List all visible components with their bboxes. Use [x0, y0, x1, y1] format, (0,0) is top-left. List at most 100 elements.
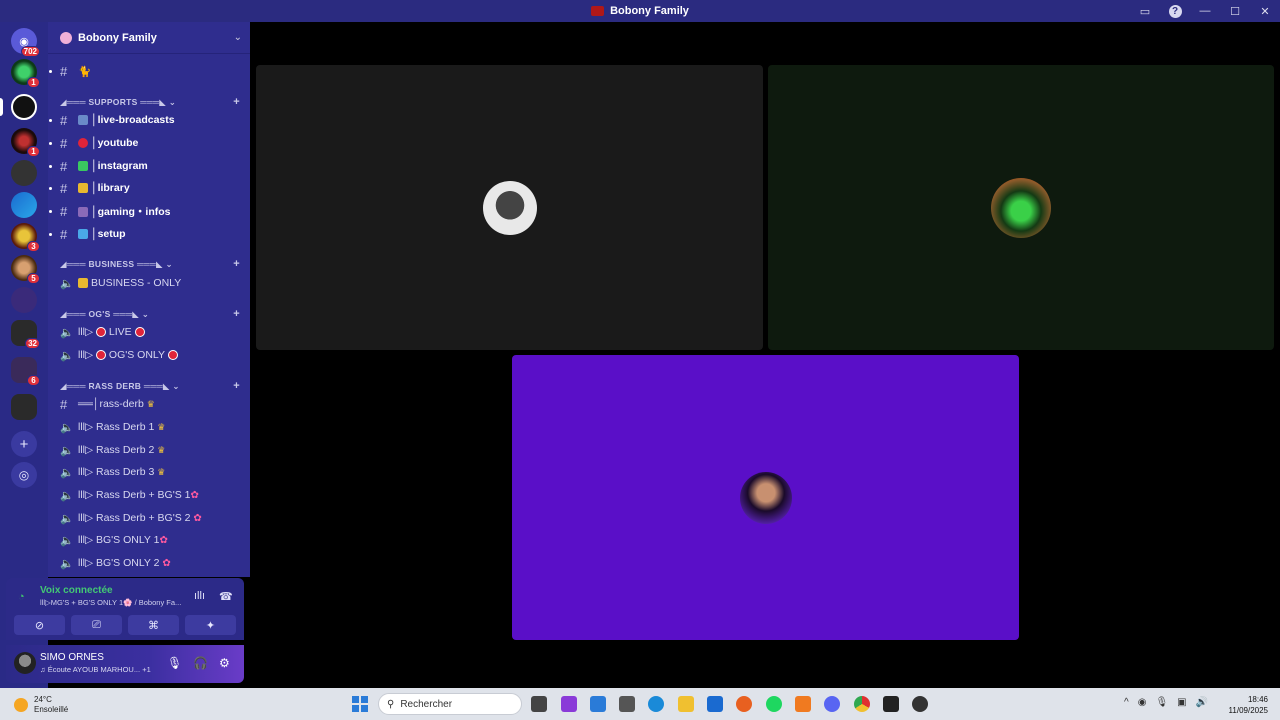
- text-channel-gaming-infos[interactable]: # │gaming・infos: [48, 201, 250, 221]
- unread-dot: [49, 232, 52, 236]
- noise-suppression-icon[interactable]: ıllı: [194, 590, 205, 602]
- participant-tile-speaking[interactable]: [512, 355, 1019, 640]
- server-icon[interactable]: 3: [11, 223, 40, 252]
- server-badge: 1: [27, 146, 40, 157]
- text-channel-library[interactable]: # │library: [48, 178, 250, 198]
- red-circle-icon: [96, 327, 106, 338]
- voice-channel-business-only[interactable]: 🔈 BUSINESS - ONLY: [48, 273, 250, 293]
- steam-icon[interactable]: ◉: [1138, 697, 1147, 708]
- voice-channel-bgs-only-1[interactable]: 🔈 lll▷ BG'S ONLY 1✿: [48, 530, 250, 550]
- help-button[interactable]: ?: [1160, 0, 1190, 22]
- inbox-icon[interactable]: ▭: [1130, 0, 1160, 22]
- category-business[interactable]: ◢═══ BUSINESS ═══◣ ⌄ +: [60, 257, 240, 271]
- text-channel-instagram[interactable]: # │instagram: [48, 156, 250, 176]
- outlook-icon[interactable]: [707, 696, 723, 712]
- weather-widget[interactable]: 24°C Ensoleillé: [14, 695, 68, 715]
- category-supports[interactable]: ◢═══ SUPPORTS ═══◣ ⌄ +: [60, 95, 240, 109]
- server-icon-active[interactable]: [11, 94, 37, 120]
- discord-icon[interactable]: [824, 696, 840, 712]
- minimize-button[interactable]: —: [1190, 0, 1220, 22]
- text-channel-youtube[interactable]: # │youtube: [48, 133, 250, 153]
- server-icon[interactable]: [11, 287, 37, 313]
- store-icon[interactable]: [590, 696, 606, 712]
- voice-location[interactable]: lll▷MG'S + BG'S ONLY 1🌸 / Bobony Fa...: [40, 598, 181, 607]
- maximize-button[interactable]: ☐: [1220, 0, 1250, 22]
- disconnect-icon[interactable]: ☎: [219, 590, 233, 603]
- text-channel-rass-derb[interactable]: # ══│rass-derb ♛: [48, 394, 250, 414]
- clock[interactable]: 18:46 11/09/2025: [1229, 694, 1268, 716]
- mentions-badge: 702: [20, 46, 40, 57]
- add-channel-icon[interactable]: +: [233, 308, 240, 320]
- voice-status[interactable]: Voix connectée: [40, 585, 113, 596]
- chrome-icon[interactable]: [854, 696, 870, 712]
- screen-share-button[interactable]: ⎚: [71, 615, 122, 635]
- screen-share-icon: ⎚: [92, 618, 101, 631]
- app-icon[interactable]: [619, 696, 635, 712]
- voice-channel-rass-derb-1[interactable]: 🔈 lll▷ Rass Derb 1 ♛: [48, 417, 250, 437]
- app-icon[interactable]: [883, 696, 899, 712]
- server-icon[interactable]: 1: [11, 128, 40, 157]
- discover-icon[interactable]: ◎: [11, 462, 37, 488]
- add-server-icon[interactable]: +: [11, 431, 37, 457]
- add-channel-icon[interactable]: +: [233, 96, 240, 108]
- soundboard-button[interactable]: ✦: [185, 615, 236, 635]
- voice-channel-rass-derb-bgs-2[interactable]: 🔈 lll▷ Rass Derb + BG'S 2 ✿: [48, 508, 250, 528]
- voice-channel-rass-derb-2[interactable]: 🔈 lll▷ Rass Derb 2 ♛: [48, 440, 250, 460]
- firefox-icon[interactable]: [736, 696, 752, 712]
- app-icon[interactable]: [561, 696, 577, 712]
- unread-dot: [49, 141, 52, 145]
- microphone-icon[interactable]: 🎙: [167, 656, 182, 670]
- participant-tile[interactable]: [768, 65, 1274, 350]
- app-icon[interactable]: [795, 696, 811, 712]
- add-channel-icon[interactable]: +: [233, 258, 240, 270]
- close-button[interactable]: ✕: [1250, 0, 1280, 22]
- activity-button[interactable]: ⌘: [128, 615, 179, 635]
- server-icon[interactable]: 1: [11, 59, 40, 88]
- task-view-icon[interactable]: [531, 696, 547, 712]
- channel-name: │live-broadcasts: [91, 114, 175, 126]
- voice-channel-ogs-only[interactable]: 🔈 lll▷ OG'S ONLY: [48, 345, 250, 365]
- guild-header[interactable]: Bobony Family ⌄: [48, 22, 250, 54]
- camera-off-button[interactable]: ⊘: [14, 615, 65, 635]
- server-icon[interactable]: 5: [11, 255, 40, 284]
- user-activity[interactable]: ♫ Écoute AYOUB MARHOU... +1: [40, 665, 151, 674]
- category-rass-derb[interactable]: ◢═══ RASS DERB ═══◣ ⌄ +: [60, 379, 240, 393]
- network-icon[interactable]: ▣: [1177, 697, 1186, 708]
- text-channel-live-broadcasts[interactable]: # │live-broadcasts: [48, 110, 250, 130]
- channel-name: BUSINESS - ONLY: [91, 277, 182, 289]
- avatar[interactable]: [14, 652, 36, 674]
- app-icon[interactable]: [912, 696, 928, 712]
- server-folder-icon[interactable]: [11, 394, 37, 420]
- server-badge: 1: [27, 77, 40, 88]
- server-folder-icon[interactable]: 6: [11, 357, 40, 386]
- edge-icon[interactable]: [648, 696, 664, 712]
- participant-tile[interactable]: [256, 65, 763, 350]
- chevron-up-icon[interactable]: ^: [1124, 697, 1129, 708]
- voice-channel-rass-derb-3[interactable]: 🔈 lll▷ Rass Derb 3 ♛: [48, 462, 250, 482]
- signal-icon[interactable]: ◔: [18, 591, 25, 603]
- settings-gear-icon[interactable]: ⚙: [219, 656, 230, 670]
- participant-avatar: [482, 180, 537, 235]
- user-name[interactable]: SIMO ORNES: [40, 652, 104, 663]
- text-channel[interactable]: # 🐈: [48, 61, 250, 81]
- spotify-icon[interactable]: [766, 696, 782, 712]
- headphones-icon[interactable]: 🎧: [193, 656, 208, 670]
- voice-channel-live[interactable]: 🔈 lll▷ LIVE: [48, 322, 250, 342]
- add-channel-icon[interactable]: +: [233, 380, 240, 392]
- voice-channel-rass-derb-bgs-1[interactable]: 🔈 lll▷ Rass Derb + BG'S 1✿: [48, 485, 250, 505]
- server-icon[interactable]: [11, 160, 37, 186]
- category-ogs[interactable]: ◢═══ OG'S ═══◣ ⌄ +: [60, 307, 240, 321]
- taskbar-search[interactable]: ⚲ Rechercher: [378, 693, 522, 715]
- volume-icon[interactable]: 🔊: [1196, 697, 1208, 708]
- voice-channel-bgs-only-2[interactable]: 🔈 lll▷ BG'S ONLY 2 ✿: [48, 553, 250, 573]
- windows-start-icon[interactable]: [352, 696, 368, 712]
- unread-dot: [49, 69, 52, 73]
- server-icon[interactable]: [11, 192, 37, 218]
- crown-icon: ♛: [146, 399, 155, 409]
- file-explorer-icon[interactable]: [678, 696, 694, 712]
- microphone-icon[interactable]: 🎙: [1155, 697, 1168, 708]
- home-icon[interactable]: ◉ 702: [11, 28, 40, 57]
- server-folder-icon[interactable]: 32: [11, 320, 40, 349]
- text-channel-setup[interactable]: # │setup: [48, 224, 250, 244]
- help-icon: ?: [1168, 4, 1182, 18]
